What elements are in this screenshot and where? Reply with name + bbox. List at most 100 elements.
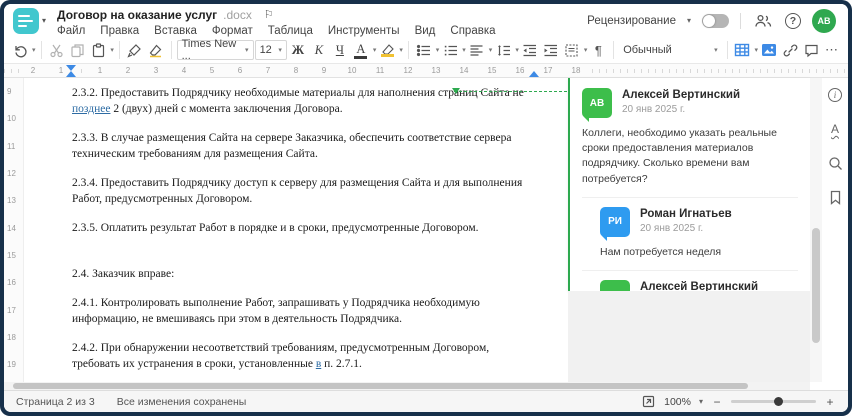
menu-item[interactable]: Формат [212,25,253,37]
ruler-number: 11 [4,132,18,160]
menu-item[interactable]: Файл [57,25,85,37]
font-name-select[interactable]: Times New ... ▾ [176,38,254,62]
review-mode-label[interactable]: Рецензирование [587,15,676,27]
pilcrow-glyph: ¶ [594,42,602,58]
paragraph-text: 2 (двух) дней с момента заключения Догов… [110,102,343,115]
header-right: Рецензирование ▾ ? АВ [587,4,848,37]
ruler-number: 10 [4,105,18,133]
fit-page-icon[interactable] [640,394,656,410]
zoom-in-button[interactable]: + [824,395,836,409]
font-name-caret-icon: ▾ [245,47,249,54]
bookmark-icon[interactable] [826,188,844,206]
numbered-list-button[interactable] [440,39,460,61]
insert-link-button[interactable] [780,39,800,61]
menu-item[interactable]: Вид [415,25,436,37]
search-icon[interactable] [826,154,844,172]
menu-item[interactable]: Инструменты [328,25,400,37]
vertical-scrollbar-thumb[interactable] [812,228,820,343]
review-toggle[interactable] [702,13,729,28]
nonprinting-chars-button[interactable]: ¶ [588,39,608,61]
menu-item[interactable]: Правка [100,25,139,37]
review-caret-icon[interactable]: ▾ [687,16,691,25]
align-left-button[interactable] [467,39,487,61]
comment-reply[interactable]: РИ Роман Игнатьев 20 янв 2025 г. Нам пот… [582,196,798,260]
horizontal-scrollbar[interactable] [4,382,810,390]
document-info-icon[interactable]: i [826,86,844,104]
insert-comment-button[interactable] [801,39,821,61]
decrease-indent-button[interactable] [520,39,540,61]
underline-button[interactable]: Ч [330,39,350,61]
comments-panel[interactable]: АВ Алексей Вертинский 20 янв 2025 г. Кол… [568,78,810,291]
numbered-list-caret-icon[interactable]: ▾ [462,46,466,54]
horizontal-ruler[interactable]: 2 1 1 2 3 4 5 6 7 8 9 10 11 12 13 14 15 16 17 18 [4,64,848,78]
logo-caret-icon[interactable]: ▾ [42,16,46,25]
user-avatar[interactable]: АВ [812,8,836,33]
font-size-select[interactable]: 12 ▾ [254,40,287,60]
underline-glyph: Ч [335,42,344,57]
menu-item[interactable]: Таблица [268,25,313,37]
spellcheck-icon[interactable]: А [826,120,844,138]
insert-image-button[interactable] [759,39,779,61]
ruler-number: 18 [562,66,590,75]
undo-button[interactable] [10,39,30,61]
style-value: Обычный [623,44,672,56]
comment-author: Алексей Вертинский [622,89,741,101]
paragraph-settings-caret-icon[interactable]: ▾ [584,46,588,54]
vertical-ruler[interactable]: 91011121314151617181920 [4,78,24,382]
menu-item[interactable]: Справка [450,25,495,37]
zoom-level[interactable]: 100% [664,396,691,408]
clear-style-button[interactable] [146,39,166,61]
align-caret-icon[interactable]: ▾ [489,46,493,54]
copy-button[interactable] [67,39,87,61]
bold-button[interactable]: Ж [288,39,308,61]
ruler-number: 3 [142,66,170,75]
app-logo-group[interactable]: ▾ [4,4,46,37]
paste-button[interactable] [88,39,108,61]
comment-avatar: РИ [600,206,630,241]
highlight-caret-icon[interactable]: ▾ [399,46,403,54]
font-color-caret-icon[interactable]: ▾ [373,46,377,54]
highlight-button[interactable] [377,39,397,61]
zoom-caret-icon[interactable]: ▾ [699,397,703,406]
paste-caret-icon[interactable]: ▾ [110,46,114,54]
line-spacing-button[interactable] [493,39,513,61]
comment-text: Нам потребуется неделя [600,245,722,258]
zoom-slider[interactable] [731,396,816,406]
paragraph-style-select[interactable]: Обычный ▾ [619,40,721,60]
comment-reply[interactable]: АВ Алексей Вертинский 26 май 2025 г. Ром… [582,270,798,291]
left-indent-marker[interactable] [66,71,76,77]
paragraph-text: п. 2.7.1. [321,357,362,370]
comment-item[interactable]: АВ Алексей Вертинский 20 янв 2025 г. Кол… [582,88,798,187]
format-painter-button[interactable] [125,39,145,61]
help-icon[interactable]: ? [785,12,801,29]
zoom-slider-handle[interactable] [773,396,783,406]
ruler-number: 16 [4,269,18,297]
collaboration-users-icon[interactable] [752,10,774,32]
document-text[interactable]: 2.3.2. Предоставить Подрядчику необходим… [24,78,568,382]
bullet-list-button[interactable] [414,39,434,61]
right-indent-marker[interactable] [529,71,539,77]
insert-table-button[interactable] [732,39,752,61]
style-caret-icon: ▾ [714,47,718,54]
italic-button[interactable]: К [309,39,329,61]
favorite-flag-icon[interactable]: ⚐ [264,8,274,21]
cut-button[interactable] [46,39,66,61]
bullet-list-caret-icon[interactable]: ▾ [436,46,440,54]
line-spacing-caret-icon[interactable]: ▾ [515,46,519,54]
ruler-number: 2 [114,66,142,75]
undo-caret-icon[interactable]: ▾ [32,46,36,54]
menu-item[interactable]: Вставка [154,25,197,37]
document-page[interactable]: 2.3.2. Предоставить Подрядчику необходим… [24,78,568,382]
toolbar-more-button[interactable]: ⋯ [822,39,842,61]
tracked-insertion: позднее [72,102,111,115]
app-logo-icon[interactable] [13,7,39,34]
page-indicator[interactable]: Страница 2 из 3 [16,396,95,408]
paragraph-settings-button[interactable] [562,39,582,61]
zoom-out-button[interactable]: − [711,395,723,409]
vertical-scrollbar[interactable] [810,78,822,382]
ruler-number: 5 [198,66,226,75]
horizontal-scrollbar-thumb[interactable] [13,383,748,389]
increase-indent-button[interactable] [541,39,561,61]
insert-table-caret-icon[interactable]: ▾ [754,46,758,54]
font-color-button[interactable]: А [351,39,371,61]
